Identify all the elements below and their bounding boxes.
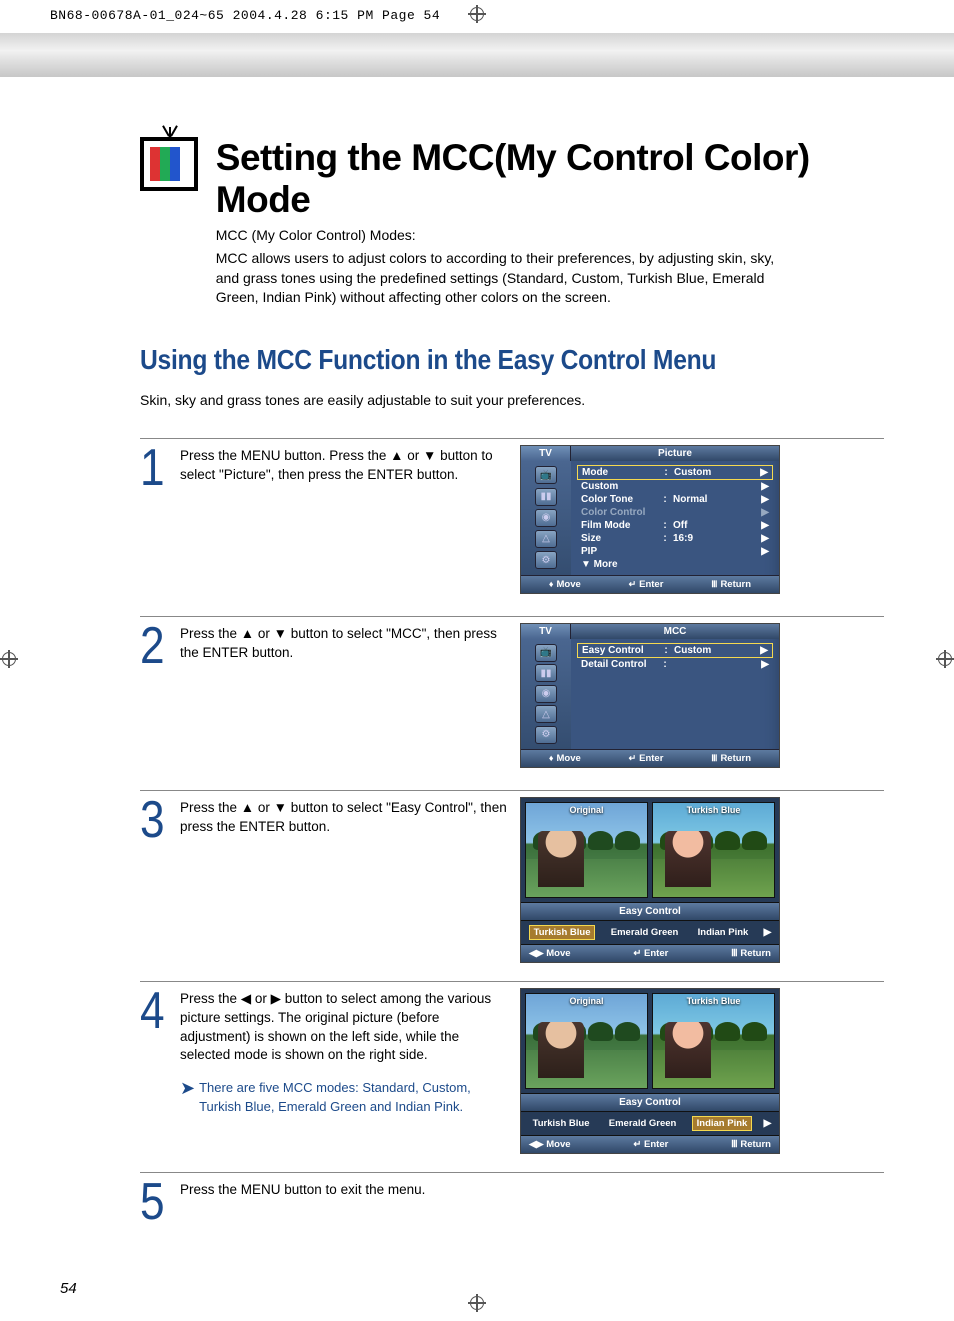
osd-row-detail-control: Detail Control:▶ xyxy=(577,658,773,671)
osd-row-pip: PIP▶ xyxy=(577,545,773,558)
note-arrow-icon: ➤ xyxy=(180,1079,195,1115)
crop-mark-top xyxy=(468,2,486,30)
step-2: 2 Press the ▲ or ▼ button to select "MCC… xyxy=(140,616,884,772)
osd-row-more: ▼ More xyxy=(577,558,773,571)
osd-title-picture: Picture xyxy=(571,446,779,461)
page-number: 54 xyxy=(60,1280,77,1297)
preview-option-indian: Indian Pink xyxy=(692,1116,753,1131)
preview-image-applied: Turkish Blue xyxy=(652,802,775,898)
step-5: 5 Press the MENU button to exit the menu… xyxy=(140,1172,884,1226)
step-number: 1 xyxy=(140,445,166,492)
subtitle-label: MCC (My Color Control) Modes: xyxy=(216,227,884,243)
step-text: Press the MENU button. Press the ▲ or ▼ … xyxy=(180,445,510,485)
step-text: Press the ▲ or ▼ button to select "Easy … xyxy=(180,797,510,837)
step-text: Press the ◀ or ▶ button to select among … xyxy=(180,991,491,1063)
crop-mark-bottom xyxy=(468,1291,486,1319)
osd-easy-control-preview-turkish: Original Turkish Blue Easy Control Turki… xyxy=(520,797,780,963)
step-1: 1 Press the MENU button. Press the ▲ or … xyxy=(140,438,884,598)
section-intro: Skin, sky and grass tones are easily adj… xyxy=(140,392,884,408)
decorative-steel-bar xyxy=(0,33,954,77)
scroll-arrow-icon: ▶ xyxy=(764,1118,772,1129)
preview-option-turkish: Turkish Blue xyxy=(529,925,596,940)
note-text: There are five MCC modes: Standard, Cust… xyxy=(199,1079,510,1115)
osd-easy-control-preview-indian: Original Turkish Blue Easy Control Turki… xyxy=(520,988,780,1154)
osd-row-color-tone: Color Tone:Normal▶ xyxy=(577,493,773,506)
step-text: Press the ▲ or ▼ button to select "MCC",… xyxy=(180,623,510,663)
osd-picture-menu: TVPicture 📺▮▮◉△⚙ Mode:Custom▶ Custom▶ Co… xyxy=(520,445,780,594)
step-number: 4 xyxy=(140,988,166,1035)
osd-row-custom: Custom▶ xyxy=(577,480,773,493)
step-number: 5 xyxy=(140,1179,166,1226)
osd-footer: ♦Move ↵Enter ⅢReturn xyxy=(521,575,779,593)
preview-option-turkish: Turkish Blue xyxy=(529,1117,594,1130)
preview-options-row: Turkish Blue Emerald Green Indian Pink ▶ xyxy=(521,1112,779,1135)
step-3: 3 Press the ▲ or ▼ button to select "Eas… xyxy=(140,790,884,963)
preview-option-emerald: Emerald Green xyxy=(605,1117,681,1130)
preview-image-original: Original xyxy=(525,802,648,898)
step-text: Press the MENU button to exit the menu. xyxy=(180,1179,510,1200)
page-title: Setting the MCC(My Control Color) Mode xyxy=(216,137,884,221)
preview-options-row: Turkish Blue Emerald Green Indian Pink ▶ xyxy=(521,921,779,944)
section-heading: Using the MCC Function in the Easy Contr… xyxy=(140,344,795,376)
osd-sidebar-icons: 📺▮▮◉△⚙ xyxy=(521,639,571,749)
osd-title-tv: TV xyxy=(521,446,571,461)
preview-bar-title: Easy Control xyxy=(521,902,779,921)
step-number: 3 xyxy=(140,797,166,844)
intro-paragraph: MCC allows users to adjust colors to acc… xyxy=(216,249,796,308)
step-number: 2 xyxy=(140,623,166,670)
step-note: ➤ There are five MCC modes: Standard, Cu… xyxy=(180,1079,510,1115)
osd-row-easy-control: Easy Control:Custom▶ xyxy=(577,643,773,658)
osd-row-film-mode: Film Mode:Off▶ xyxy=(577,519,773,532)
preview-bar-title: Easy Control xyxy=(521,1093,779,1112)
step-4: 4 Press the ◀ or ▶ button to select amon… xyxy=(140,981,884,1154)
preview-option-indian: Indian Pink xyxy=(694,926,753,939)
osd-row-mode: Mode:Custom▶ xyxy=(577,465,773,480)
scroll-arrow-icon: ▶ xyxy=(764,927,772,938)
preview-option-emerald: Emerald Green xyxy=(607,926,683,939)
preview-footer: ◀▶ Move ↵ Enter Ⅲ Return xyxy=(521,944,779,962)
tv-color-icon xyxy=(140,137,198,191)
preview-image-applied: Turkish Blue xyxy=(652,993,775,1089)
preview-footer: ◀▶ Move ↵ Enter Ⅲ Return xyxy=(521,1135,779,1153)
osd-footer: ♦Move ↵Enter ⅢReturn xyxy=(521,749,779,767)
osd-row-color-control: Color Control▶ xyxy=(577,506,773,519)
osd-mcc-menu: TVMCC 📺▮▮◉△⚙ Easy Control:Custom▶ Detail… xyxy=(520,623,780,768)
osd-sidebar-icons: 📺▮▮◉△⚙ xyxy=(521,461,571,575)
preview-image-original: Original xyxy=(525,993,648,1089)
osd-row-size: Size:16:9▶ xyxy=(577,532,773,545)
